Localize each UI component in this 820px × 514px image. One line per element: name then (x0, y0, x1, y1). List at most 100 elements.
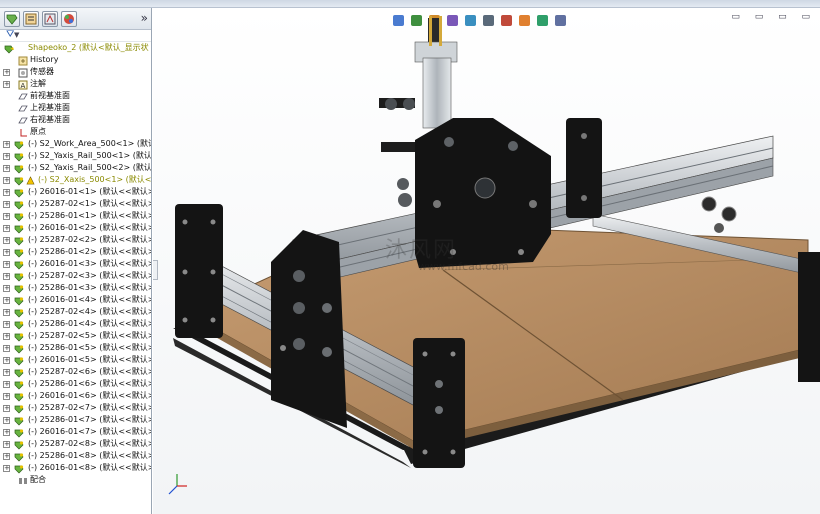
expand-toggle[interactable]: + (3, 381, 10, 388)
expand-panel-button[interactable]: » (141, 11, 148, 25)
tree-item[interactable]: 配合 (0, 474, 151, 486)
expand-toggle[interactable]: + (3, 345, 10, 352)
tree-item[interactable]: + (-) 25287-02<7> (默认<<默认> (0, 402, 151, 414)
part-icon (14, 164, 24, 174)
tree-item[interactable]: + A 注解 (0, 78, 151, 90)
plane-icon (18, 104, 28, 113)
part-icon (14, 392, 24, 402)
expand-toggle[interactable]: + (3, 237, 10, 244)
expand-toggle[interactable]: + (3, 273, 10, 280)
tree-item[interactable]: + (-) 26016-01<1> (默认<<默认> (0, 186, 151, 198)
tree-item[interactable]: + (-) S2_Yaxis_Rail_500<1> (默认 (0, 150, 151, 162)
tree-item[interactable]: + (-) 25286-01<1> (默认<<默认> (0, 210, 151, 222)
tree-item[interactable]: + (-) 25286-01<2> (默认<<默认> (0, 246, 151, 258)
appearance-ball-icon (64, 14, 74, 24)
tree-item-label: (-) 25286-01<4> (默认<<默认> (28, 319, 152, 328)
part-icon (14, 188, 24, 198)
expand-toggle[interactable]: + (3, 225, 10, 232)
part-icon (14, 452, 24, 462)
expand-toggle[interactable]: + (3, 453, 10, 460)
top-toolbar-strip (0, 0, 820, 8)
part-icon (14, 284, 24, 294)
origin-triad (168, 474, 187, 495)
expand-toggle[interactable]: + (3, 213, 10, 220)
expand-toggle[interactable]: + (3, 153, 10, 160)
expand-toggle[interactable]: + (3, 393, 10, 400)
tree-item[interactable]: 原点 (0, 126, 151, 138)
property-manager-tab[interactable] (23, 11, 39, 27)
part-icon (14, 224, 24, 234)
expand-toggle[interactable]: + (3, 189, 10, 196)
tree-item-label: 上视基准面 (30, 103, 70, 112)
tree-item[interactable]: + (-) 25287-02<2> (默认<<默认> (0, 234, 151, 246)
tree-item[interactable]: 右视基准面 (0, 114, 151, 126)
tree-item[interactable]: + (-) 25287-02<8> (默认<<默认> (0, 438, 151, 450)
graphics-viewport[interactable]: ▭ ▭ ▭ ▭ 沐风网 www.mfcad.com (153, 8, 820, 514)
annotation-icon: A (18, 80, 28, 90)
expand-toggle[interactable]: + (3, 441, 10, 448)
expand-toggle[interactable]: + (3, 201, 10, 208)
expand-toggle[interactable]: + (3, 297, 10, 304)
tree-item-label: 注解 (30, 79, 46, 88)
tree-item[interactable]: + (-) 25287-02<3> (默认<<默认> (0, 270, 151, 282)
display-manager-tab[interactable] (61, 11, 77, 27)
expand-toggle[interactable]: + (3, 465, 10, 472)
tree-item[interactable]: + (-) 26016-01<5> (默认<<默认> (0, 354, 151, 366)
expand-toggle[interactable]: + (3, 141, 10, 148)
expand-toggle[interactable]: + (3, 81, 10, 88)
expand-toggle[interactable]: + (3, 177, 10, 184)
tree-item[interactable]: + (-) 26016-01<8> (默认<<默认> (0, 462, 151, 474)
expand-toggle[interactable]: + (3, 309, 10, 316)
tree-root[interactable]: Shapeoko_2 (默认<默认_显示状 (0, 42, 151, 54)
tree-item[interactable]: + 传感器 (0, 66, 151, 78)
tree-item[interactable]: 前视基准面 (0, 90, 151, 102)
expand-toggle[interactable]: + (3, 429, 10, 436)
tree-item[interactable]: + (-) 26016-01<4> (默认<<默认> (0, 294, 151, 306)
tree-item-label: (-) 25286-01<8> (默认<<默认> (28, 451, 152, 460)
tree-item[interactable]: + (-) 25286-01<5> (默认<<默认> (0, 342, 151, 354)
part-icon (14, 416, 24, 426)
tree-item[interactable]: + (-) 25286-01<3> (默认<<默认> (0, 282, 151, 294)
expand-toggle[interactable]: + (3, 69, 10, 76)
tree-item[interactable]: + (-) 25286-01<8> (默认<<默认> (0, 450, 151, 462)
tree-item[interactable]: + (-) S2_Xaxis_500<1> (默认<默 (0, 174, 151, 186)
tree-item[interactable]: + (-) 25286-01<4> (默认<<默认> (0, 318, 151, 330)
part-icon (14, 200, 24, 210)
tree-item-label: (-) 25287-02<6> (默认<<默认> (28, 367, 152, 376)
feature-tree: Shapeoko_2 (默认<默认_显示状 History + 传感器 + A 注解 前视基… (0, 42, 151, 486)
part-icon (14, 428, 24, 438)
expand-toggle[interactable]: + (3, 249, 10, 256)
tree-item[interactable]: + (-) 25287-02<1> (默认<<默认> (0, 198, 151, 210)
tree-item[interactable]: + (-) 25287-02<4> (默认<<默认> (0, 306, 151, 318)
tree-item-label: (-) 25286-01<7> (默认<<默认> (28, 415, 152, 424)
tree-item[interactable]: + (-) 26016-01<7> (默认<<默认> (0, 426, 151, 438)
expand-toggle[interactable]: + (3, 321, 10, 328)
tree-item[interactable]: + (-) 26016-01<2> (默认<<默认> (0, 222, 151, 234)
assembly-icon (4, 44, 14, 54)
expand-toggle[interactable]: + (3, 405, 10, 412)
expand-toggle[interactable]: + (3, 165, 10, 172)
tree-item[interactable]: + (-) 26016-01<3> (默认<<默认> (0, 258, 151, 270)
configuration-manager-tab[interactable] (42, 11, 58, 27)
tree-item[interactable]: History (0, 54, 151, 66)
tree-item[interactable]: + (-) S2_Yaxis_Rail_500<2> (默认 (0, 162, 151, 174)
tree-item[interactable]: + (-) 25286-01<7> (默认<<默认> (0, 414, 151, 426)
expand-toggle[interactable]: + (3, 369, 10, 376)
tree-item[interactable]: + (-) 26016-01<6> (默认<<默认> (0, 390, 151, 402)
expand-toggle[interactable]: + (3, 357, 10, 364)
feature-manager-tab[interactable] (4, 11, 20, 27)
expand-toggle[interactable]: + (3, 333, 10, 340)
part-icon (14, 344, 24, 354)
tree-item[interactable]: + (-) 25287-02<6> (默认<<默认> (0, 366, 151, 378)
tree-item[interactable]: + (-) 25286-01<6> (默认<<默认> (0, 378, 151, 390)
tree-item[interactable]: + (-) 25287-02<5> (默认<<默认> (0, 330, 151, 342)
expand-toggle[interactable]: + (3, 417, 10, 424)
origin-icon (18, 128, 27, 137)
chevron-down-icon[interactable]: ▼ (14, 31, 19, 39)
part-icon (14, 212, 24, 222)
svg-text:A: A (21, 82, 26, 90)
tree-item[interactable]: 上视基准面 (0, 102, 151, 114)
expand-toggle[interactable]: + (3, 285, 10, 292)
tree-item[interactable]: + (-) S2_Work_Area_500<1> (默认 (0, 138, 151, 150)
expand-toggle[interactable]: + (3, 261, 10, 268)
